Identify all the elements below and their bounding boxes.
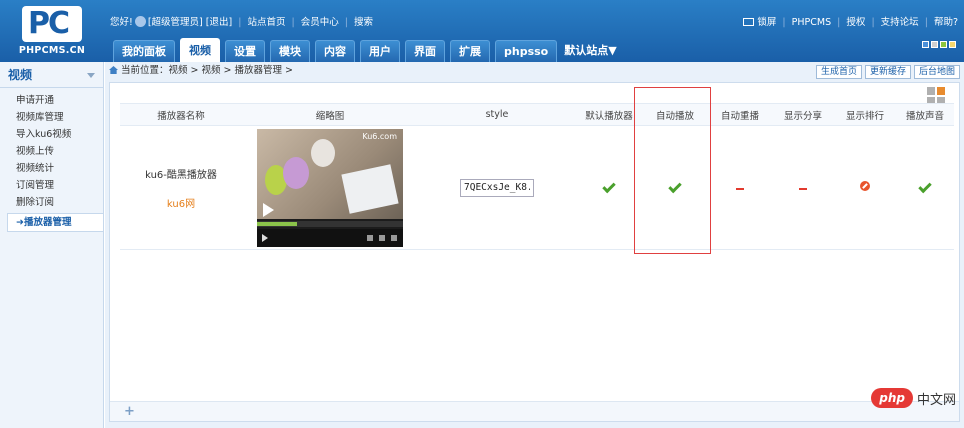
skin-switcher: [920, 40, 956, 51]
style-input[interactable]: [460, 178, 534, 197]
tab-extend[interactable]: 扩展: [450, 40, 490, 62]
tab-users[interactable]: 用户: [360, 40, 400, 62]
sidebar-menu: 申请开通 视频库管理 导入ku6视频 视频上传 视频统计 订阅管理 删除订阅 ➜…: [0, 88, 103, 232]
watermark-text: 中文网: [916, 392, 956, 408]
volume-icon: [367, 234, 373, 241]
tab-interface[interactable]: 界面: [405, 40, 445, 62]
thumbnail-cell: Ku6.com: [242, 125, 418, 250]
player-name: ku6-酷黑播放器: [145, 169, 217, 181]
forum-link[interactable]: 支持论坛: [881, 17, 919, 28]
watermark-pill: php: [871, 388, 913, 408]
breadcrumb: 当前位置：视频 > 视频 > 播放器管理 > 生成首页 更新缓存 后台地图: [105, 62, 964, 80]
lock-screen-link[interactable]: 锁屏: [757, 17, 776, 28]
autoplay-highlight-box: [634, 87, 711, 254]
top-header: PC PHPCMS.CN 您好! [超级管理员] [退出] | 站点首页 | 会员…: [0, 0, 964, 62]
sidebar-item-apply[interactable]: 申请开通: [0, 92, 103, 109]
user-role: [超级管理员]: [147, 17, 203, 28]
panel-footer: +: [110, 401, 959, 421]
play-icon: [263, 202, 274, 217]
home-icon: [109, 66, 118, 74]
header-right-links: 锁屏 | PHPCMS | 授权 | 支持论坛 | 帮助?: [743, 14, 958, 28]
sidebar-title: 视频: [0, 62, 103, 88]
phpcms-logo[interactable]: PC PHPCMS.CN: [8, 4, 96, 58]
tab-video[interactable]: 视频: [180, 38, 220, 62]
skin-blue-button[interactable]: [922, 41, 929, 48]
ku6-link[interactable]: ku6网: [120, 195, 242, 210]
player-controls: [257, 228, 403, 247]
phpcms-link[interactable]: PHPCMS: [792, 17, 831, 28]
tab-settings[interactable]: 设置: [225, 40, 265, 62]
sidebar-item-library[interactable]: 视频库管理: [0, 109, 103, 126]
sidebar-item-delete-subscription[interactable]: 删除订阅: [0, 194, 103, 211]
tab-modules[interactable]: 模块: [270, 40, 310, 62]
sidebar-item-player-manage[interactable]: ➜播放器管理: [7, 213, 103, 232]
player-name-cell: ku6-酷黑播放器 ku6网: [120, 125, 242, 250]
add-icon[interactable]: +: [124, 404, 135, 419]
col-show-rank: 显示排行: [834, 103, 896, 126]
skin-gray-button[interactable]: [931, 41, 938, 48]
main-area: 当前位置：视频 > 视频 > 播放器管理 > 生成首页 更新缓存 后台地图 播放器名…: [105, 62, 964, 428]
dash-icon[interactable]: [736, 188, 744, 190]
sidebar-item-upload[interactable]: 视频上传: [0, 143, 103, 160]
play-sound-cell: [896, 125, 954, 250]
sidebar-item-subscriptions[interactable]: 订阅管理: [0, 177, 103, 194]
logo-name: PHPCMS.CN: [18, 45, 86, 56]
dash-icon[interactable]: [799, 188, 807, 190]
show-share-cell: [772, 125, 834, 250]
ban-icon[interactable]: [860, 181, 870, 191]
breadcrumb-text: 当前位置：视频 > 视频 > 播放器管理 >: [121, 65, 293, 76]
ok-icon[interactable]: [602, 179, 616, 194]
col-autoreplay: 自动重播: [708, 103, 772, 126]
col-player-name: 播放器名称: [120, 103, 242, 126]
autoreplay-cell: [708, 125, 772, 250]
col-play-sound: 播放声音: [896, 103, 954, 126]
play-control-icon: [262, 233, 268, 242]
col-style: style: [418, 103, 576, 126]
skin-yellow-button[interactable]: [949, 41, 956, 48]
logo-mark: PC: [22, 6, 82, 42]
avatar-icon: [134, 16, 146, 27]
show-rank-cell: [834, 125, 896, 250]
chevron-down-icon[interactable]: [87, 73, 95, 78]
greeting: 您好!: [110, 17, 133, 28]
site-selector[interactable]: 默认站点▼: [564, 40, 616, 62]
col-thumbnail: 缩略图: [242, 103, 418, 126]
admin-map-button[interactable]: 后台地图: [913, 65, 960, 79]
style-cell: [418, 125, 576, 250]
player-table: 播放器名称 缩略图 style 默认播放器 自动播放 自动重播 显示分享 显示排…: [120, 103, 954, 250]
col-default-player: 默认播放器: [576, 103, 642, 126]
thumb-brand: Ku6.com: [362, 131, 397, 141]
crumb-buttons: 生成首页 更新缓存 后台地图: [813, 63, 960, 81]
left-sidebar: 视频 申请开通 视频库管理 导入ku6视频 视频上传 视频统计 订阅管理 删除订…: [0, 62, 110, 428]
progress-bar: [257, 220, 403, 227]
skin-green-button[interactable]: [940, 41, 947, 48]
refresh-cache-button[interactable]: 更新缓存: [864, 65, 911, 79]
site-home-link[interactable]: 站点首页: [247, 17, 285, 28]
lock-screen-icon: [743, 18, 755, 26]
fullscreen-icon: [391, 234, 397, 241]
table-row: ku6-酷黑播放器 ku6网 Ku6.com: [120, 125, 954, 250]
tab-content[interactable]: 内容: [315, 40, 355, 62]
license-link[interactable]: 授权: [846, 17, 865, 28]
sidebar-item-import-ku6[interactable]: 导入ku6视频: [0, 126, 103, 143]
search-link[interactable]: 搜索: [354, 17, 373, 28]
help-link[interactable]: 帮助?: [934, 17, 958, 28]
sidebar-item-stats[interactable]: 视频统计: [0, 160, 103, 177]
default-player-cell: [576, 125, 642, 250]
member-center-link[interactable]: 会员中心: [301, 17, 339, 28]
main-nav: 我的面板 视频 设置 模块 内容 用户 界面 扩展 phpsso 默认站点▼: [113, 38, 617, 62]
user-links: 您好! [超级管理员] [退出] | 站点首页 | 会员中心 | 搜索: [110, 16, 374, 28]
php-cn-watermark: php 中文网: [871, 388, 956, 410]
logout-link[interactable]: [退出]: [206, 17, 232, 28]
generate-home-button[interactable]: 生成首页: [815, 65, 862, 79]
content-panel: 播放器名称 缩略图 style 默认播放器 自动播放 自动重播 显示分享 显示排…: [109, 82, 960, 422]
settings-icon: [379, 234, 385, 241]
tab-phpsso[interactable]: phpsso: [495, 40, 558, 62]
player-thumbnail: Ku6.com: [257, 128, 403, 247]
tab-my-panel[interactable]: 我的面板: [113, 40, 175, 62]
ok-icon[interactable]: [918, 179, 932, 194]
col-show-share: 显示分享: [772, 103, 834, 126]
